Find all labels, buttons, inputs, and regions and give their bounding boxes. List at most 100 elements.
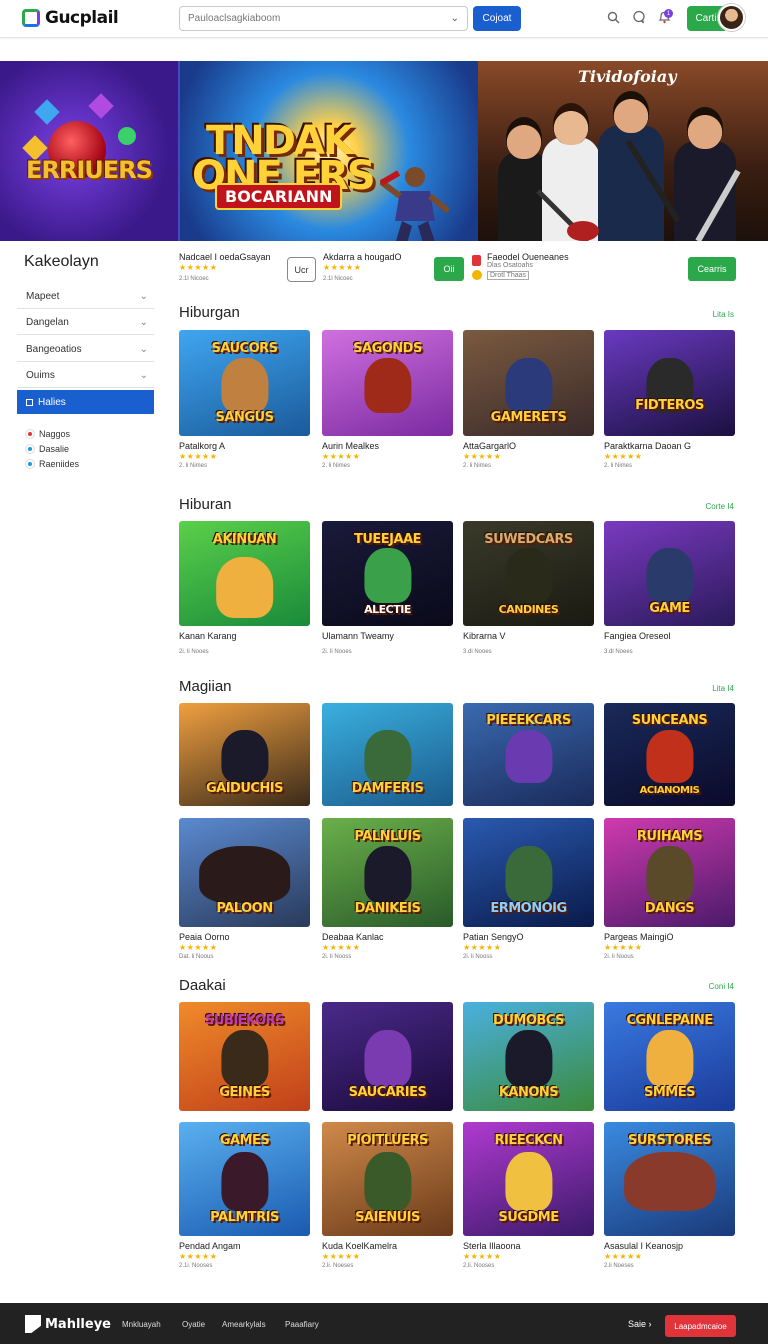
thumbnail-title-art: DANGS — [644, 901, 695, 917]
thumbnail-title-art: ACIANOMIS — [639, 784, 700, 796]
footer-link[interactable]: Mnkluayah — [122, 1320, 161, 1329]
legend-item[interactable]: Raeniides — [26, 459, 79, 469]
game-card[interactable]: PALOON Peaia Oorno ★★★★★ Dat. li Noous — [179, 818, 310, 960]
thumbnail-title-art: GEINES — [219, 1085, 270, 1101]
footer-cta-button[interactable]: Laapadmcaioe — [665, 1315, 736, 1337]
game-meta: 2i. li Noous — [604, 954, 634, 960]
see-all-link[interactable]: Coni I4 — [660, 982, 734, 991]
thumbnail-title-art: RIEECKCN — [494, 1133, 563, 1149]
game-card[interactable]: SAGONDS Aurin Mealkes ★★★★★ 2. li Nimes — [322, 330, 453, 469]
character-art — [198, 846, 291, 904]
thumbnail-title-art: FIDTEROS — [635, 397, 704, 413]
see-all-link[interactable]: Corte I4 — [660, 502, 734, 511]
character-art — [504, 1030, 553, 1088]
game-card[interactable]: DAMFERIS — [322, 703, 453, 806]
game-card[interactable]: SUWEDCARS CANDINES Kibrarna V 3.di Nooes — [463, 521, 594, 655]
thumbnail-title-art: KANONS — [498, 1085, 559, 1101]
chevron-down-icon[interactable]: ⌄ — [451, 13, 459, 24]
search-icon[interactable] — [605, 9, 621, 25]
character-art — [220, 357, 269, 413]
character-art — [504, 548, 553, 603]
character-art — [645, 846, 694, 904]
game-card[interactable]: PALNLUIS DANIKEIS Deabaa Kanlac ★★★★★ 2i… — [322, 818, 453, 960]
sidebar-item-halies-active[interactable]: Halies — [17, 390, 154, 414]
thumbnail-title-art: SUBIEKORS — [205, 1012, 284, 1028]
game-thumbnail: TUEEJAAE ALECTIE — [322, 521, 453, 626]
game-card[interactable]: PIEEEKCARS — [463, 703, 594, 806]
search-button[interactable]: Cojoat — [473, 6, 521, 31]
legend-item[interactable]: Dasalie — [26, 444, 69, 454]
game-card[interactable]: SUNCEANS ACIANOMIS — [604, 703, 735, 806]
game-card[interactable]: GAMES PALMTRIS Pendad Angam ★★★★★ 2.1i. … — [179, 1122, 310, 1269]
featured-item-button[interactable]: Oii — [434, 257, 464, 281]
see-all-link[interactable]: Lita Is — [660, 310, 734, 319]
featured-item-name: Nadcael I oedaGsayan — [179, 252, 271, 262]
game-card[interactable]: SAUCARIES — [322, 1002, 453, 1111]
chevron-down-icon: ⌄ — [139, 344, 148, 355]
rating-stars: ★★★★★ — [463, 452, 502, 461]
rating-stars: ★★★★★ — [323, 263, 362, 272]
game-thumbnail: PALOON — [179, 818, 310, 927]
game-card[interactable]: AKINUAN Kanan Karang 2i. li Nooes — [179, 521, 310, 655]
site-logo[interactable]: Gucplail — [22, 8, 119, 28]
chat-icon[interactable] — [631, 9, 647, 25]
logo-mark-icon — [22, 9, 40, 27]
chevron-down-icon: ⌄ — [139, 370, 148, 381]
featured-item[interactable]: Nadcael I oedaGsayan ★★★★★ 2.1l Nicoec — [179, 252, 271, 282]
blue-dot-icon — [26, 460, 34, 468]
language-selector[interactable]: Saie › — [628, 1319, 652, 1329]
game-title: Sterla Illaoona — [463, 1241, 521, 1251]
thumbnail-title-art: PALOON — [216, 901, 273, 917]
game-card[interactable]: DUMOBCS KANONS — [463, 1002, 594, 1111]
sidebar-item-dangelan[interactable]: Dangelan ⌄ — [17, 311, 154, 335]
rating-stars: ★★★★★ — [463, 1252, 502, 1261]
hero-banner[interactable]: ERRIUERS TNDAK ONE ERS BOCARIANN Tividof… — [0, 61, 768, 241]
game-card[interactable]: PIOITLUERS SAIENUIS Kuda KoelKamelra ★★★… — [322, 1122, 453, 1269]
footer-logo[interactable]: Mahlleye — [25, 1315, 111, 1333]
game-card[interactable]: ERMONOIG Patian SengyO ★★★★★ 2i. li Noos… — [463, 818, 594, 960]
search-input[interactable]: Pauloaclsagkiaboom ⌄ — [179, 6, 468, 31]
game-thumbnail: ERMONOIG — [463, 818, 594, 927]
game-thumbnail: DAMFERIS — [322, 703, 453, 806]
game-meta: 2. li Nimes — [179, 463, 208, 469]
hero-left-logo: ERRIUERS — [26, 156, 153, 184]
game-card[interactable]: SURSTORES Asasulal I Keanosjp ★★★★★ 2.li… — [604, 1122, 735, 1269]
footer-link[interactable]: Oyatie — [182, 1320, 205, 1329]
game-card[interactable]: GAME Fangiea Oreseol 3.dl Noees — [604, 521, 735, 655]
footer-logo-icon — [25, 1315, 41, 1333]
game-title: Peaia Oorno — [179, 932, 230, 942]
see-all-link[interactable]: Lita I4 — [660, 684, 734, 693]
game-title: Aurin Mealkes — [322, 441, 380, 451]
sidebar-item-mapeet[interactable]: Mapeet ⌄ — [17, 285, 154, 309]
thumbnail-title-art: SAIENUIS — [355, 1209, 420, 1225]
game-card[interactable]: RUIHAMS DANGS Pargeas MaingiO ★★★★★ 2i. … — [604, 818, 735, 960]
game-card[interactable]: GAIDUCHIS — [179, 703, 310, 806]
game-card[interactable]: TUEEJAAE ALECTIE Ulamann Tweamy 2i. li N… — [322, 521, 453, 655]
sidebar-item-bangeoatios[interactable]: Bangeoatios ⌄ — [17, 338, 154, 362]
game-card[interactable]: SAUCORS SANGUS Patalkorg A ★★★★★ 2. li N… — [179, 330, 310, 469]
game-card[interactable]: GAMERETS AttaGargarlO ★★★★★ 2. li Nimes — [463, 330, 594, 469]
footer-link[interactable]: Amearkylals — [222, 1320, 266, 1329]
character-art — [645, 548, 694, 603]
thumbnail-title-art: TUEEJAAE — [353, 531, 422, 547]
featured-item[interactable]: Akdarra a hougadO ★★★★★ 2.1l Nicoec — [323, 252, 402, 282]
featured-item-button[interactable]: Ucr — [287, 257, 316, 282]
thumbnail-title-art: SUNCEANS — [631, 713, 708, 729]
game-card[interactable]: FIDTEROS Paraktkarna Daoan G ★★★★★ 2. li… — [604, 330, 735, 469]
game-card[interactable]: RIEECKCN SUGDME Sterla Illaoona ★★★★★ 2.… — [463, 1122, 594, 1269]
game-card[interactable]: CGNLEPAINE SMMES — [604, 1002, 735, 1111]
game-thumbnail: DUMOBCS KANONS — [463, 1002, 594, 1111]
featured-item[interactable]: Faeodel Oueneanes Dlas Osatoahs Drotl Th… — [487, 252, 569, 280]
logo-text: Gucplail — [45, 8, 119, 28]
sidebar-item-ouims[interactable]: Ouims ⌄ — [17, 364, 154, 388]
thumbnail-title-art: AKINUAN — [212, 531, 277, 547]
user-avatar[interactable] — [718, 4, 745, 31]
featured-item-sub: Dlas Osatoahs — [487, 262, 533, 269]
game-card[interactable]: SUBIEKORS GEINES — [179, 1002, 310, 1111]
footer-link[interactable]: Paaafiary — [285, 1320, 319, 1329]
legend-item[interactable]: Naggos — [26, 429, 70, 439]
thumbnail-title-art: DAMFERIS — [351, 780, 424, 796]
featured-cta-button[interactable]: Cearris — [688, 257, 736, 281]
thumbnail-title-art: PIEEEKCARS — [486, 713, 571, 729]
game-thumbnail: SAUCORS SANGUS — [179, 330, 310, 436]
